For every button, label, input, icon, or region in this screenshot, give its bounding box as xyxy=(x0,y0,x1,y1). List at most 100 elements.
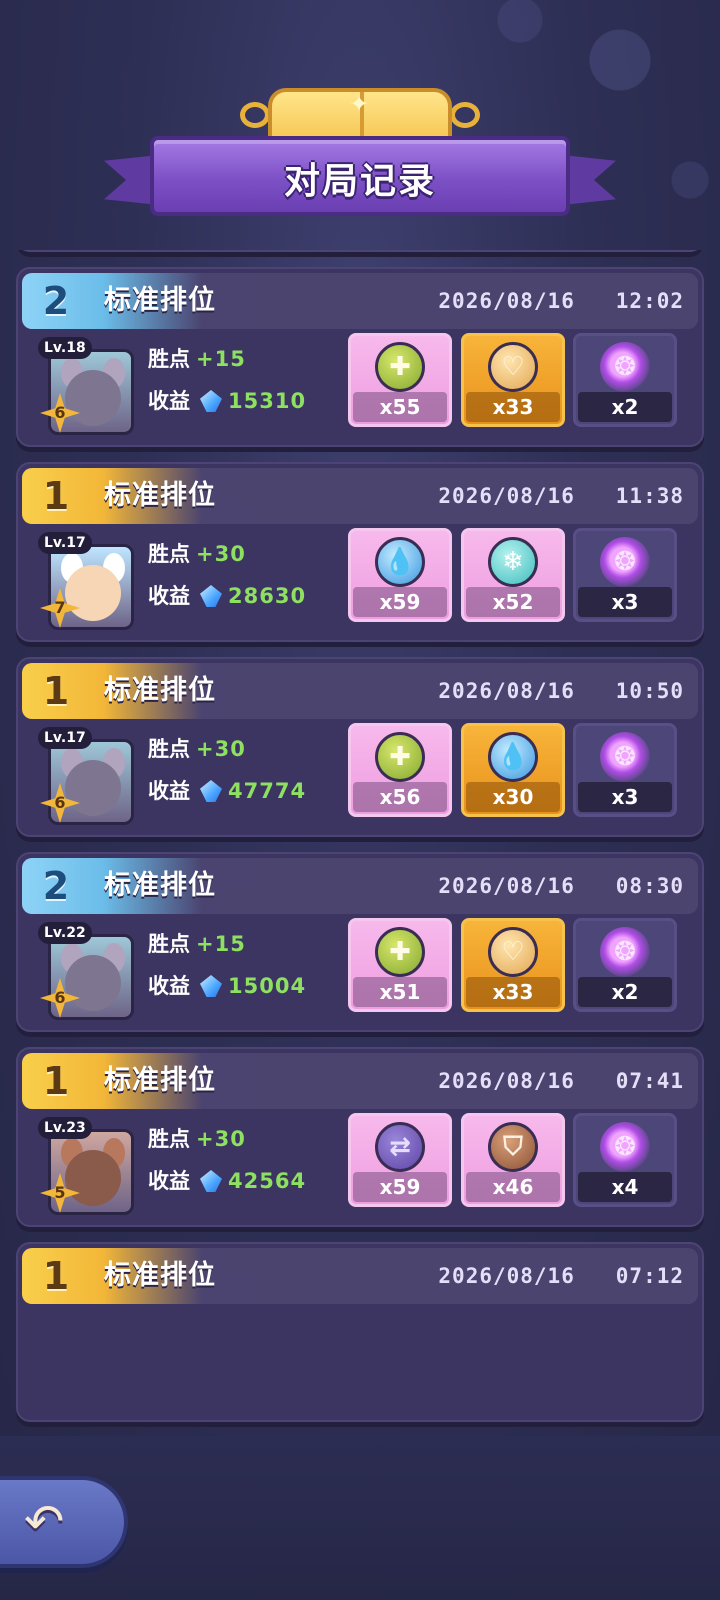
item-count: x3 xyxy=(578,587,672,617)
ornament-left xyxy=(240,102,270,128)
star-rank-number: 7 xyxy=(54,598,66,617)
win-points-value: +30 xyxy=(196,737,246,761)
item-count: x56 xyxy=(353,782,447,812)
item-count: x30 xyxy=(466,782,560,812)
game-mode-label: 标准排位 xyxy=(104,870,216,901)
match-time: 08:30 xyxy=(615,874,684,898)
match-datetime: 2026/08/16 08:30 xyxy=(438,858,684,914)
match-datetime: 2026/08/16 10:50 xyxy=(438,663,684,719)
match-date: 2026/08/16 xyxy=(438,289,575,313)
earnings-label: 收益 xyxy=(148,974,190,998)
star-rank-number: 6 xyxy=(54,793,66,812)
rank-number: 1 xyxy=(42,669,70,713)
item-count: x52 xyxy=(466,587,560,617)
earnings-row: 收益 15004 xyxy=(148,970,306,1000)
item-slot[interactable]: ⇄ x59 xyxy=(348,1113,452,1207)
game-mode-label: 标准排位 xyxy=(104,480,216,511)
water-drop-icon: 💧 xyxy=(375,537,425,587)
item-slot[interactable]: ❄ x52 xyxy=(461,528,565,622)
hero-avatar-group[interactable]: Lv.22 6 xyxy=(38,922,158,1022)
match-record-card[interactable]: 1标准排位2026/08/16 12:24Lv.215胜点+30收益27610⇄… xyxy=(16,250,704,252)
hero-avatar-group[interactable]: Lv.17 7 xyxy=(38,532,158,632)
spirit-icon: ❂ xyxy=(600,342,650,392)
match-date: 2026/08/16 xyxy=(438,679,575,703)
gem-icon xyxy=(200,1170,222,1192)
level-badge: Lv.17 xyxy=(38,532,92,554)
item-slot[interactable]: ⛉ x46 xyxy=(461,1113,565,1207)
match-time: 10:50 xyxy=(615,679,684,703)
hero-avatar-group[interactable]: Lv.23 5 xyxy=(38,1117,158,1217)
item-slot[interactable]: ❂ x4 xyxy=(573,1113,677,1207)
item-count: x59 xyxy=(353,587,447,617)
item-count: x4 xyxy=(578,1172,672,1202)
item-slot[interactable]: 💧 x30 xyxy=(461,723,565,817)
star-rank-number: 5 xyxy=(54,1183,66,1202)
swap-icon: ⇄ xyxy=(375,1122,425,1172)
item-slot[interactable]: ❂ x3 xyxy=(573,528,677,622)
item-slot[interactable]: ✚ x51 xyxy=(348,918,452,1012)
item-slot[interactable]: ❂ x3 xyxy=(573,723,677,817)
match-datetime: 2026/08/16 11:38 xyxy=(438,468,684,524)
win-points-row: 胜点 +30 xyxy=(148,733,246,763)
item-count: x2 xyxy=(578,392,672,422)
match-time: 12:02 xyxy=(615,289,684,313)
page-title: 对局记录 xyxy=(283,161,436,202)
match-record-card[interactable]: 1 标准排位 2026/08/16 10:50 Lv.17 6 胜点 +30 收益 47774 ✚… xyxy=(16,657,704,837)
earnings-row: 收益 47774 xyxy=(148,775,306,805)
win-points-row: 胜点 +15 xyxy=(148,343,246,373)
item-slot[interactable]: 💧 x59 xyxy=(348,528,452,622)
gem-icon xyxy=(200,585,222,607)
ornament-right xyxy=(450,102,480,128)
match-date: 2026/08/16 xyxy=(438,1069,575,1093)
match-time: 11:38 xyxy=(615,484,684,508)
match-datetime: 2026/08/16 07:41 xyxy=(438,1053,684,1109)
hero-avatar-group[interactable]: Lv.18 6 xyxy=(38,337,158,437)
item-slot[interactable]: ✚ x56 xyxy=(348,723,452,817)
earnings-label: 收益 xyxy=(148,1169,190,1193)
match-datetime: 2026/08/16 07:12 xyxy=(438,1248,684,1304)
win-points-value: +15 xyxy=(196,347,246,371)
star-rank-number: 6 xyxy=(54,988,66,1007)
item-count: x33 xyxy=(466,392,560,422)
hero-avatar-group[interactable]: Lv.17 6 xyxy=(38,727,158,827)
item-count: x2 xyxy=(578,977,672,1007)
match-record-card[interactable]: 2 标准排位 2026/08/16 08:30 Lv.22 6 胜点 +15 收益 15004 ✚… xyxy=(16,852,704,1032)
shield-icon: ⛉ xyxy=(488,1122,538,1172)
match-record-list[interactable]: 1标准排位2026/08/16 12:24Lv.215胜点+30收益27610⇄… xyxy=(16,250,706,1436)
item-slot[interactable]: ✚ x55 xyxy=(348,333,452,427)
match-record-list-inner: 1标准排位2026/08/16 12:24Lv.215胜点+30收益27610⇄… xyxy=(16,250,706,1436)
heart-icon: ♡ xyxy=(488,927,538,977)
win-points-row: 胜点 +30 xyxy=(148,1123,246,1153)
spirit-icon: ❂ xyxy=(600,1122,650,1172)
match-record-card[interactable]: 2 标准排位 2026/08/16 12:02 Lv.18 6 胜点 +15 收益 15310 ✚… xyxy=(16,267,704,447)
item-slot[interactable]: ♡ x33 xyxy=(461,918,565,1012)
match-record-card[interactable]: 1 标准排位 2026/08/16 11:38 Lv.17 7 胜点 +30 收益 28630 💧… xyxy=(16,462,704,642)
win-points-label: 胜点 xyxy=(148,542,190,566)
back-arrow-icon: ↶ xyxy=(24,1494,65,1550)
heal-cross-icon: ✚ xyxy=(375,927,425,977)
item-slot[interactable]: ❂ x2 xyxy=(573,333,677,427)
win-points-value: +30 xyxy=(196,542,246,566)
earnings-row: 收益 15310 xyxy=(148,385,306,415)
earnings-label: 收益 xyxy=(148,584,190,608)
rank-number: 2 xyxy=(42,279,70,323)
level-badge: Lv.22 xyxy=(38,922,92,944)
earnings-row: 收益 42564 xyxy=(148,1165,306,1195)
item-count: x3 xyxy=(578,782,672,812)
spirit-icon: ❂ xyxy=(600,537,650,587)
item-count: x59 xyxy=(353,1172,447,1202)
game-mode-label: 标准排位 xyxy=(104,1065,216,1096)
game-mode-label: 标准排位 xyxy=(104,675,216,706)
match-date: 2026/08/16 xyxy=(438,484,575,508)
snowflake-icon: ❄ xyxy=(488,537,538,587)
heal-cross-icon: ✚ xyxy=(375,732,425,782)
rank-number: 1 xyxy=(42,1254,70,1298)
match-record-card[interactable]: 1 标准排位 2026/08/16 07:41 Lv.23 5 胜点 +30 收益 42564 ⇄… xyxy=(16,1047,704,1227)
item-slot[interactable]: ♡ x33 xyxy=(461,333,565,427)
match-record-card[interactable]: 1 标准排位 2026/08/16 07:12 xyxy=(16,1242,704,1422)
back-button[interactable]: ↶ xyxy=(0,1476,128,1568)
win-points-row: 胜点 +30 xyxy=(148,538,246,568)
item-count: x51 xyxy=(353,977,447,1007)
item-count: x55 xyxy=(353,392,447,422)
item-slot[interactable]: ❂ x2 xyxy=(573,918,677,1012)
